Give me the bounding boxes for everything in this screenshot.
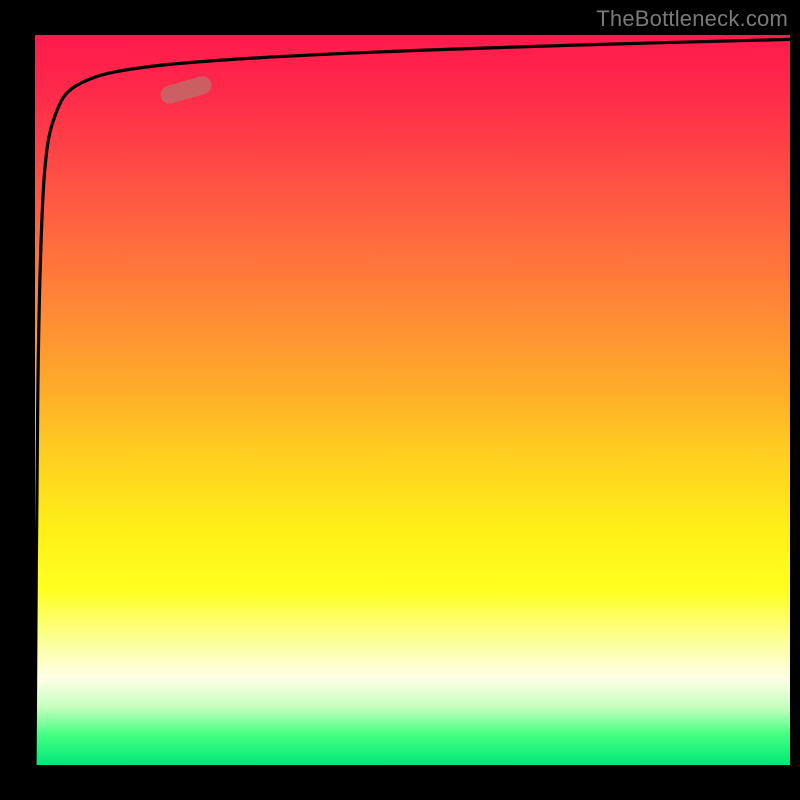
watermark-text: TheBottleneck.com [596,6,788,32]
bottleneck-curve-line [35,39,790,765]
chart-root: TheBottleneck.com [0,0,800,800]
chart-svg [35,35,790,765]
